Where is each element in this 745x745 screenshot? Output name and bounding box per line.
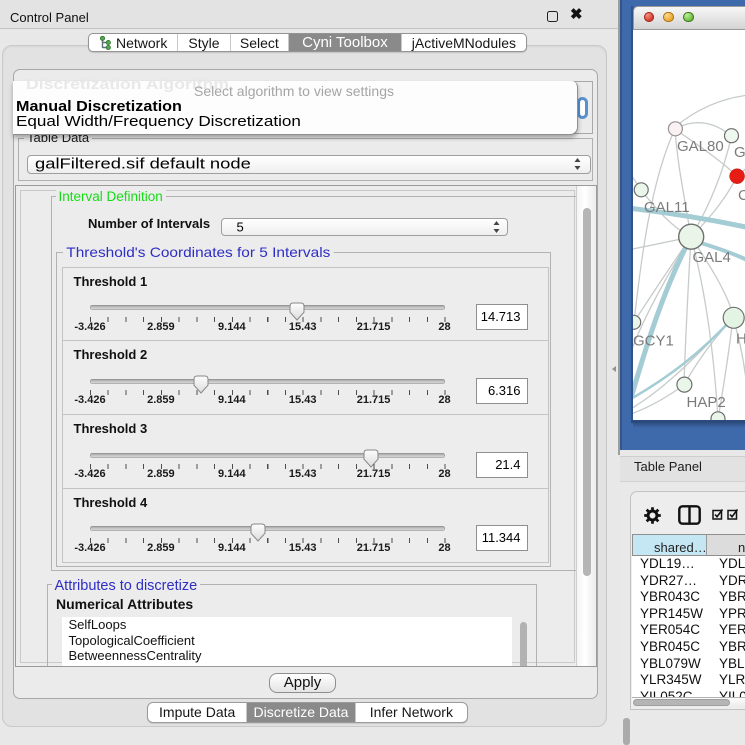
svg-text:GA: GA <box>734 144 745 161</box>
svg-text:GAL80: GAL80 <box>677 138 724 155</box>
svg-text:GAL4: GAL4 <box>693 249 731 266</box>
svg-text:GAL11: GAL11 <box>644 199 690 216</box>
svg-text:GCY1: GCY1 <box>633 333 674 350</box>
svg-text:C: C <box>738 187 745 204</box>
svg-text:HAP2: HAP2 <box>687 394 726 411</box>
svg-text:H: H <box>736 331 745 348</box>
